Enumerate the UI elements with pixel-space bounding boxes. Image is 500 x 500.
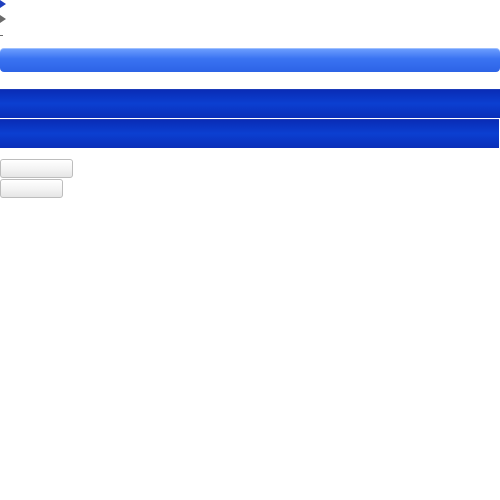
dash-icon [0,35,3,36]
triangle-right-icon [0,15,6,23]
triangle-right-icon [0,0,6,8]
action-button-1[interactable] [0,159,73,178]
section-bar-1[interactable] [0,89,500,118]
expand-arrow-icon[interactable] [0,0,8,8]
header-bar[interactable] [0,48,500,72]
dash-marker [0,35,8,43]
page [0,0,500,500]
collapse-arrow-icon[interactable] [0,15,8,23]
action-button-2[interactable] [0,179,63,198]
section-bar-2[interactable] [0,119,500,148]
